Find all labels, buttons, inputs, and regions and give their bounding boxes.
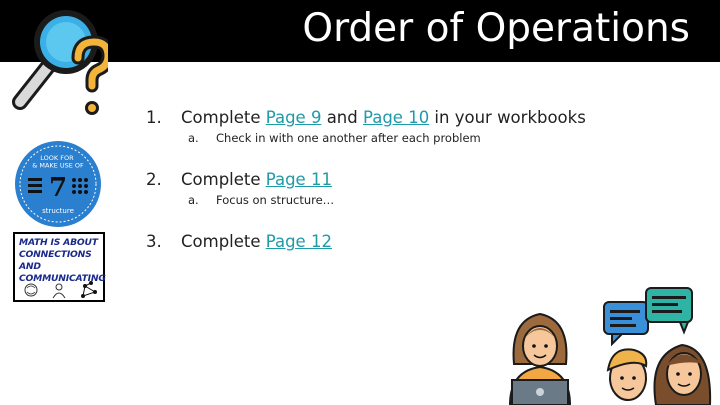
subtask-number: a.: [188, 131, 199, 145]
title-bar: Order of Operations: [0, 0, 720, 62]
task-middle: and: [321, 108, 363, 127]
subtask-number: a.: [188, 193, 199, 207]
task-list: 1. Complete Page 9 and Page 10 in your w…: [146, 106, 706, 254]
chat-bubbles-icon: [603, 287, 693, 347]
badge-number: 7: [49, 173, 67, 203]
badge-bottom-text: structure: [42, 207, 74, 215]
connections-doodle-icon: [24, 281, 97, 299]
magnifier-question-icon: [12, 10, 108, 115]
girl-face-icon: [653, 343, 712, 405]
task-item-3: 3. Complete Page 12: [146, 230, 706, 254]
boy-face-icon: [606, 348, 648, 401]
task-item-2: 2. Complete Page 11: [146, 168, 706, 192]
task-prefix: Complete: [181, 170, 266, 189]
girl-laptop-icon: [508, 312, 572, 405]
task-suffix: in your workbooks: [429, 108, 586, 127]
task-text: Complete Page 12: [181, 230, 332, 254]
task-text: Complete Page 9 and Page 10 in your work…: [181, 106, 586, 130]
task-number: 2.: [146, 170, 162, 189]
page-12-link[interactable]: Page 12: [266, 232, 332, 251]
page-10-link[interactable]: Page 10: [363, 108, 429, 127]
task-item-1: 1. Complete Page 9 and Page 10 in your w…: [146, 106, 706, 130]
task-number: 3.: [146, 232, 162, 251]
task-number: 1.: [146, 108, 162, 127]
math-practice-7-badge: LOOK FOR & MAKE USE OF 7 structure: [15, 141, 101, 227]
task-prefix: Complete: [181, 108, 266, 127]
subtask-text: Focus on structure…: [216, 193, 335, 207]
task-subitem-1a: a. Check in with one another after each …: [146, 130, 706, 146]
page-9-link[interactable]: Page 9: [266, 108, 322, 127]
page-title: Order of Operations: [302, 6, 690, 51]
task-prefix: Complete: [181, 232, 266, 251]
subtask-text: Check in with one another after each pro…: [216, 131, 481, 145]
task-subitem-2a: a. Focus on structure…: [146, 192, 706, 208]
task-text: Complete Page 11: [181, 168, 332, 192]
collaborating-people-illustration: [508, 287, 712, 405]
math-connections-card: MATH IS ABOUT CONNECTIONS AND COMMUNICAT…: [13, 232, 106, 302]
page-11-link[interactable]: Page 11: [266, 170, 332, 189]
math-card-text: MATH IS ABOUT CONNECTIONS AND COMMUNICAT…: [19, 237, 106, 284]
